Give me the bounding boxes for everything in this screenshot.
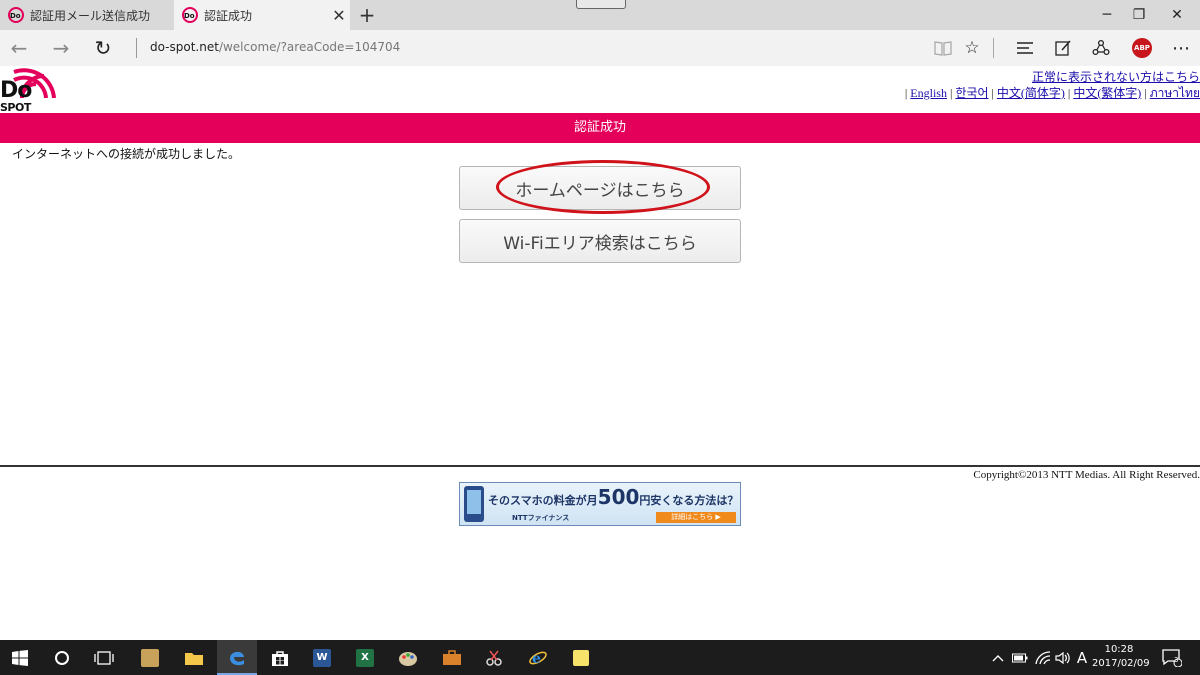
tab-label: 認証用メール送信成功 bbox=[30, 8, 151, 23]
lang-english-link[interactable]: English bbox=[910, 86, 947, 100]
ad-headline: そのスマホの料金が月500円安くなる方法は？ bbox=[488, 485, 739, 509]
refresh-icon[interactable]: ↻ bbox=[88, 34, 118, 62]
toolbox-icon[interactable] bbox=[432, 640, 472, 675]
word-icon[interactable]: W bbox=[302, 640, 342, 675]
url-field[interactable]: do-spot.net/welcome/?areaCode=104704 bbox=[150, 40, 400, 54]
task-view-icon[interactable] bbox=[84, 640, 124, 675]
close-window-icon[interactable]: ✕ bbox=[1154, 0, 1200, 30]
show-hidden-icons-icon[interactable] bbox=[990, 640, 1006, 675]
share-icon[interactable] bbox=[1086, 34, 1116, 62]
close-tab-icon[interactable]: ✕ bbox=[328, 6, 350, 25]
paint-icon[interactable] bbox=[388, 640, 428, 675]
svg-text:Do: Do bbox=[184, 12, 195, 20]
store-icon[interactable] bbox=[260, 640, 300, 675]
edge-browser-icon[interactable] bbox=[217, 640, 257, 675]
new-tab-icon[interactable]: + bbox=[356, 3, 378, 27]
windows-start-icon[interactable] bbox=[0, 640, 40, 675]
hub-icon[interactable] bbox=[1010, 34, 1040, 62]
taskbar: W X e A 10:28 2017/02/09 3 bbox=[0, 640, 1200, 675]
battery-icon[interactable] bbox=[1010, 640, 1030, 675]
sticky-notes-icon[interactable] bbox=[561, 640, 601, 675]
page-title-banner: 認証成功 bbox=[0, 113, 1200, 143]
back-arrow-icon[interactable]: ← bbox=[4, 34, 34, 62]
language-selector: | English | 한국어 | 中文(简体字) | 中文(繁体字) | ภา… bbox=[904, 86, 1200, 100]
homepage-button[interactable]: ホームページはこちら bbox=[459, 166, 741, 210]
lang-chinese-traditional-link[interactable]: 中文(繁体字) bbox=[1073, 86, 1141, 100]
url-host: do-spot.net bbox=[150, 40, 219, 54]
action-center-icon[interactable]: 3 bbox=[1160, 640, 1184, 675]
address-bar: ← → ↻ do-spot.net/welcome/?areaCode=1047… bbox=[0, 30, 1200, 66]
cortana-icon[interactable] bbox=[42, 640, 82, 675]
tab-preview-handle[interactable] bbox=[576, 0, 626, 9]
lang-chinese-simplified-link[interactable]: 中文(简体字) bbox=[997, 86, 1065, 100]
ad-brand: NTTファイナンス bbox=[512, 514, 570, 522]
wifi-area-search-button[interactable]: Wi-Fiエリア検索はこちら bbox=[459, 219, 741, 263]
wifi-icon[interactable] bbox=[1033, 640, 1053, 675]
volume-icon[interactable] bbox=[1053, 640, 1073, 675]
snipping-tool-icon[interactable] bbox=[474, 640, 514, 675]
dospot-favicon-icon: Do bbox=[182, 7, 198, 23]
web-page: Do SPOT 正常に表示されない方はこちら | English | 한국어 |… bbox=[0, 66, 1200, 640]
lang-korean-link[interactable]: 한국어 bbox=[955, 86, 988, 100]
web-note-icon[interactable] bbox=[1048, 34, 1078, 62]
tab-label: 認証成功 bbox=[204, 8, 253, 23]
mail-app-icon[interactable] bbox=[130, 640, 170, 675]
more-menu-icon[interactable]: ⋯ bbox=[1166, 34, 1196, 62]
logo-text: Do bbox=[0, 78, 32, 103]
divider bbox=[136, 38, 137, 58]
tab-auth-success[interactable]: Do 認証成功 ✕ bbox=[174, 0, 350, 30]
forward-arrow-icon[interactable]: → bbox=[46, 34, 76, 62]
ad-details-button[interactable]: 詳細はこちら ▶ bbox=[656, 512, 736, 523]
dospot-logo[interactable]: Do SPOT bbox=[0, 68, 58, 114]
ime-indicator[interactable]: A bbox=[1074, 640, 1090, 675]
svg-text:e: e bbox=[532, 651, 541, 667]
notification-count: 3 bbox=[1174, 656, 1179, 664]
file-explorer-icon[interactable] bbox=[174, 640, 214, 675]
svg-text:Do: Do bbox=[10, 12, 21, 20]
smartphone-icon bbox=[464, 486, 484, 522]
lang-thai-link[interactable]: ภาษาไทย bbox=[1150, 86, 1200, 100]
copyright-text: Copyright©2013 NTT Medias. All Right Res… bbox=[973, 469, 1200, 481]
tab-bar: Do 認証用メール送信成功 Do 認証成功 ✕ + ─ ❐ ✕ bbox=[0, 0, 1200, 30]
tab-auth-mail-sent[interactable]: Do 認証用メール送信成功 bbox=[0, 0, 172, 30]
footer-divider bbox=[0, 465, 1200, 467]
ad-banner[interactable]: そのスマホの料金が月500円安くなる方法は？ NTTファイナンス 詳細はこちら … bbox=[459, 482, 741, 526]
dospot-favicon-icon: Do bbox=[8, 7, 24, 23]
display-help-link[interactable]: 正常に表示されない方はこちら bbox=[1032, 68, 1200, 85]
url-path: /welcome/?areaCode=104704 bbox=[218, 40, 401, 54]
favorite-star-icon[interactable]: ☆ bbox=[957, 34, 987, 62]
system-clock[interactable]: 10:28 2017/02/09 bbox=[1092, 643, 1150, 671]
excel-icon[interactable]: X bbox=[345, 640, 385, 675]
adblock-plus-icon[interactable]: ABP bbox=[1127, 34, 1157, 62]
success-message: インターネットへの接続が成功しました。 bbox=[12, 147, 241, 161]
reading-view-icon[interactable] bbox=[928, 34, 958, 62]
internet-explorer-icon[interactable]: e bbox=[518, 640, 558, 675]
divider bbox=[993, 38, 994, 58]
